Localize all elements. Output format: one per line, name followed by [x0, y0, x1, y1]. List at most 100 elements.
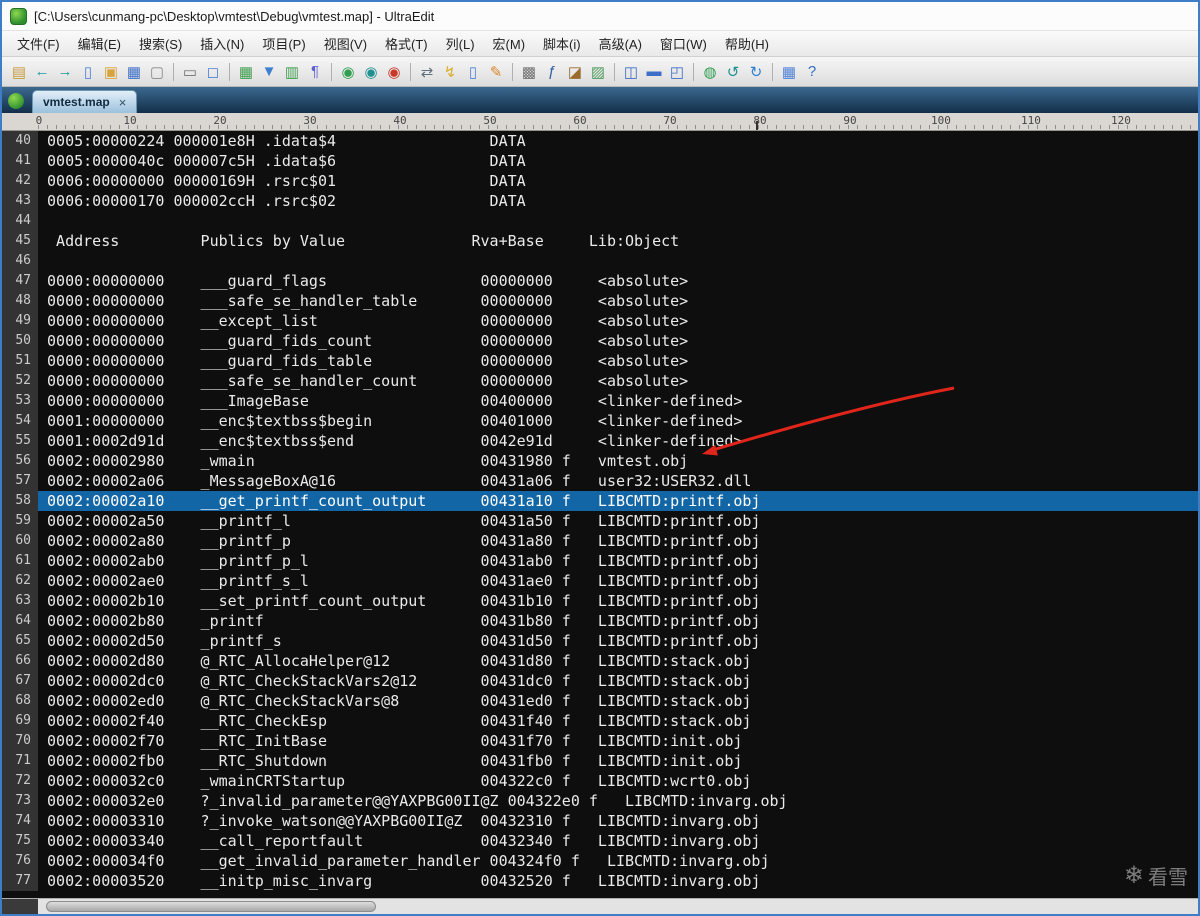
- undo-icon[interactable]: ←: [31, 61, 53, 83]
- code-text[interactable]: 0002:00002a80 __printf_p 00431a80 f LIBC…: [38, 531, 1198, 551]
- code-text[interactable]: 0002:000032c0 _wmainCRTStartup 004322c0 …: [38, 771, 1198, 791]
- menu-item[interactable]: 搜索(S): [130, 30, 191, 57]
- browser-globe-icon[interactable]: ◉: [360, 61, 382, 83]
- code-text[interactable]: 0002:00002dc0 @_RTC_CheckStackVars2@12 0…: [38, 671, 1198, 691]
- code-text[interactable]: 0002:00002d80 @_RTC_AllocaHelper@12 0043…: [38, 651, 1198, 671]
- code-line: 59 0002:00002a50 __printf_l 00431a50 f L…: [2, 511, 1198, 531]
- code-text[interactable]: 0002:00002fb0 __RTC_Shutdown 00431fb0 f …: [38, 751, 1198, 771]
- code-text[interactable]: 0005:0000040c 000007c5H .idata$6 DATA: [38, 151, 1198, 171]
- code-text[interactable]: 0002:00002ed0 @_RTC_CheckStackVars@8 004…: [38, 691, 1198, 711]
- ruler-margin-marker: [756, 121, 758, 130]
- menu-item[interactable]: 窗口(W): [651, 30, 716, 57]
- code-text[interactable]: [38, 251, 1198, 271]
- sort-icon[interactable]: ▼: [258, 61, 280, 83]
- code-text[interactable]: 0000:00000000 ___safe_se_handler_count 0…: [38, 371, 1198, 391]
- tag-list-icon[interactable]: ◪: [564, 61, 586, 83]
- menu-item[interactable]: 视图(V): [315, 30, 376, 57]
- code-text[interactable]: 0002:00002ab0 __printf_p_l 00431ab0 f LI…: [38, 551, 1198, 571]
- table-view-icon[interactable]: ▦: [778, 61, 800, 83]
- ruler-mark: 60: [573, 114, 587, 127]
- menu-item[interactable]: 格式(T): [376, 30, 437, 57]
- code-text[interactable]: 0002:00002a50 __printf_l 00431a50 f LIBC…: [38, 511, 1198, 531]
- template-icon[interactable]: ▨: [587, 61, 609, 83]
- print-preview-icon[interactable]: ◻: [202, 61, 224, 83]
- redo-icon[interactable]: →: [54, 61, 76, 83]
- code-text[interactable]: 0000:00000000 ___ImageBase 00400000 <lin…: [38, 391, 1198, 411]
- split-window-icon[interactable]: ◫: [620, 61, 642, 83]
- code-text[interactable]: 0002:00003310 ?_invoke_watson@@YAXPBG00I…: [38, 811, 1198, 831]
- column-mode-icon[interactable]: ▥: [281, 61, 303, 83]
- print-icon[interactable]: ▭: [179, 61, 201, 83]
- tab-vmtest-map[interactable]: vmtest.map ×: [32, 90, 138, 113]
- word-wrap-icon[interactable]: ¶: [304, 61, 326, 83]
- menu-item[interactable]: 帮助(H): [716, 30, 778, 57]
- compare-icon[interactable]: ⇄: [416, 61, 438, 83]
- code-text[interactable]: 0006:00000170 000002ccH .rsrc$02 DATA: [38, 191, 1198, 211]
- paste-icon[interactable]: ▤: [8, 61, 30, 83]
- code-text[interactable]: 0001:0002d91d __enc$textbss$end 0042e91d…: [38, 431, 1198, 451]
- refresh-icon[interactable]: ↺: [722, 61, 744, 83]
- code-text[interactable]: 0000:00000000 ___safe_se_handler_table 0…: [38, 291, 1198, 311]
- menu-item[interactable]: 文件(F): [8, 30, 69, 57]
- code-text[interactable]: 0002:000032e0 ?_invalid_parameter@@YAXPB…: [38, 791, 1198, 811]
- code-text[interactable]: 0000:00000000 ___guard_flags 00000000 <a…: [38, 271, 1198, 291]
- menu-item[interactable]: 宏(M): [484, 30, 535, 57]
- save-file-icon[interactable]: ▦: [123, 61, 145, 83]
- code-text[interactable]: 0002:000034f0 __get_invalid_parameter_ha…: [38, 851, 1198, 871]
- tab-close-icon[interactable]: ×: [119, 96, 127, 109]
- code-text[interactable]: 0000:00000000 __except_list 00000000 <ab…: [38, 311, 1198, 331]
- code-text[interactable]: 0002:00002ae0 __printf_s_l 00431ae0 f LI…: [38, 571, 1198, 591]
- code-line: 57 0002:00002a06 _MessageBoxA@16 00431a0…: [2, 471, 1198, 491]
- help-icon[interactable]: ?: [801, 61, 823, 83]
- sync-icon[interactable]: ↻: [745, 61, 767, 83]
- code-text[interactable]: 0000:00000000 ___guard_fids_count 000000…: [38, 331, 1198, 351]
- code-text[interactable]: 0002:00002f70 __RTC_InitBase 00431f70 f …: [38, 731, 1198, 751]
- code-text[interactable]: Address Publics by Value Rva+Base Lib:Ob…: [38, 231, 1198, 251]
- browser-back-icon[interactable]: ◉: [337, 61, 359, 83]
- scrollbar-track[interactable]: [38, 899, 1198, 914]
- web-preview-icon[interactable]: ◍: [699, 61, 721, 83]
- browser-stop-icon[interactable]: ◉: [383, 61, 405, 83]
- code-text[interactable]: 0006:00000000 00000169H .rsrc$01 DATA: [38, 171, 1198, 191]
- code-text[interactable]: 0001:00000000 __enc$textbss$begin 004010…: [38, 411, 1198, 431]
- scrollbar-thumb[interactable]: [46, 901, 376, 912]
- ruler-mark: 100: [931, 114, 951, 127]
- code-text[interactable]: 0002:00002b80 _printf 00431b80 f LIBCMTD…: [38, 611, 1198, 631]
- code-text[interactable]: 0002:00003340 __call_reportfault 0043234…: [38, 831, 1198, 851]
- code-text[interactable]: 0002:00002a06 _MessageBoxA@16 00431a06 f…: [38, 471, 1198, 491]
- cascade-windows-icon[interactable]: ◰: [666, 61, 688, 83]
- hex-mode-icon[interactable]: ▩: [518, 61, 540, 83]
- menu-item[interactable]: 编辑(E): [69, 30, 130, 57]
- code-line: 46: [2, 251, 1198, 271]
- menu-item[interactable]: 插入(N): [191, 30, 253, 57]
- editor[interactable]: 40 0005:00000224 000001e8H .idata$4 DATA…: [2, 131, 1198, 898]
- code-text[interactable]: [38, 211, 1198, 231]
- menu-item[interactable]: 项目(P): [253, 30, 314, 57]
- new-file-icon[interactable]: ▯: [77, 61, 99, 83]
- menu-item[interactable]: 列(L): [437, 30, 484, 57]
- code-text[interactable]: 0002:00002f40 __RTC_CheckEsp 00431f40 f …: [38, 711, 1198, 731]
- code-text[interactable]: 0002:00002d50 _printf_s 00431d50 f LIBCM…: [38, 631, 1198, 651]
- code-text[interactable]: 0000:00000000 ___guard_fids_table 000000…: [38, 351, 1198, 371]
- line-number: 46: [2, 251, 38, 271]
- code-text[interactable]: 0002:00002980 _wmain 00431980 f vmtest.o…: [38, 451, 1198, 471]
- menu-item[interactable]: 高级(A): [590, 30, 651, 57]
- macro-play-icon[interactable]: ↯: [439, 61, 461, 83]
- ruler-mark: 50: [483, 114, 497, 127]
- code-line: 74 0002:00003310 ?_invoke_watson@@YAXPBG…: [2, 811, 1198, 831]
- close-file-icon[interactable]: ▢: [146, 61, 168, 83]
- script-icon[interactable]: ▯: [462, 61, 484, 83]
- code-text[interactable]: 0002:00003520 __initp_misc_invarg 004325…: [38, 871, 1198, 891]
- code-text[interactable]: 0002:00002b10 __set_printf_count_output …: [38, 591, 1198, 611]
- tile-horizontal-icon[interactable]: ▬: [643, 61, 665, 83]
- spreadsheet-icon[interactable]: ▦: [235, 61, 257, 83]
- code-text[interactable]: 0005:00000224 000001e8H .idata$4 DATA: [38, 131, 1198, 151]
- menu-item[interactable]: 脚本(i): [534, 30, 590, 57]
- open-file-icon[interactable]: ▣: [100, 61, 122, 83]
- line-number: 72: [2, 771, 38, 791]
- line-number: 43: [2, 191, 38, 211]
- function-list-icon[interactable]: ƒ: [541, 61, 563, 83]
- code-text[interactable]: 0002:00002a10 __get_printf_count_output …: [38, 491, 1198, 511]
- edit-macro-icon[interactable]: ✎: [485, 61, 507, 83]
- horizontal-scrollbar[interactable]: [2, 898, 1198, 914]
